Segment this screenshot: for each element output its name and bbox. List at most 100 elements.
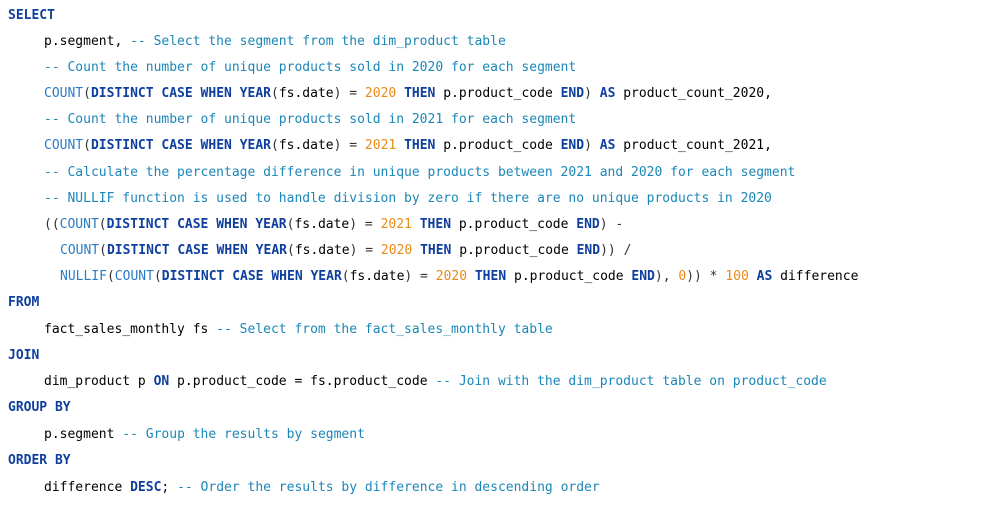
- identifier-token: p.product_code: [435, 86, 561, 101]
- number-token: 2020: [380, 243, 413, 258]
- operator-token: ) =: [404, 269, 436, 284]
- operator-token: )) /: [600, 243, 632, 258]
- keyword-token: END: [560, 138, 585, 153]
- keyword-token: GROUP BY: [8, 400, 71, 415]
- function-token: COUNT: [44, 86, 84, 101]
- identifier-token: fs.date: [349, 269, 405, 284]
- keyword-token: THEN: [474, 269, 507, 284]
- code-line: COUNT(DISTINCT CASE WHEN YEAR(fs.date) =…: [60, 243, 631, 259]
- keyword-token: AS: [756, 269, 773, 284]
- keyword-token: DISTINCT CASE WHEN YEAR: [106, 243, 287, 258]
- sql-code-editor[interactable]: SELECT p.segment, -- Select the segment f…: [0, 0, 985, 523]
- function-token: COUNT: [59, 217, 99, 232]
- keyword-token: DISTINCT CASE WHEN YEAR: [161, 269, 342, 284]
- identifier-token: [749, 269, 757, 284]
- code-line: FROM: [8, 295, 39, 311]
- code-line: fact_sales_monthly fs -- Select from the…: [44, 322, 553, 338]
- operator-token: (: [98, 217, 107, 232]
- function-token: COUNT: [114, 269, 154, 284]
- identifier-token: [396, 138, 404, 153]
- comment-token: -- Select the segment from the dim_produ…: [130, 34, 506, 49]
- identifier-token: difference: [44, 480, 131, 495]
- keyword-token: END: [631, 269, 655, 284]
- keyword-token: AS: [599, 138, 616, 153]
- keyword-token: FROM: [8, 295, 40, 310]
- identifier-token: [412, 243, 420, 258]
- operator-token: (: [99, 243, 107, 258]
- number-token: 2020: [435, 269, 468, 284]
- comment-token: -- NULLIF function is used to handle div…: [44, 191, 772, 206]
- code-line: dim_product p ON p.product_code = fs.pro…: [44, 374, 827, 390]
- operator-token: )) *: [686, 269, 726, 284]
- identifier-token: dim_product p: [44, 374, 154, 389]
- operator-token: ((: [44, 217, 60, 232]
- keyword-token: AS: [599, 86, 616, 101]
- operator-token: (: [341, 269, 350, 284]
- number-token: 100: [725, 269, 749, 284]
- identifier-token: fs.date: [294, 243, 350, 258]
- code-line: -- Calculate the percentage difference i…: [44, 165, 795, 181]
- identifier-token: [412, 217, 420, 232]
- keyword-token: DISTINCT CASE WHEN YEAR: [90, 138, 271, 153]
- operator-token: (: [270, 138, 279, 153]
- identifier-token: [467, 269, 475, 284]
- function-token: NULLIF: [60, 269, 107, 284]
- code-line: ((COUNT(DISTINCT CASE WHEN YEAR(fs.date)…: [44, 217, 623, 233]
- number-token: 2021: [380, 217, 412, 232]
- code-line: p.segment -- Group the results by segmen…: [44, 427, 365, 443]
- operator-token: (: [270, 86, 279, 101]
- operator-token: (: [153, 269, 162, 284]
- comment-token: -- Calculate the percentage difference i…: [44, 165, 796, 180]
- comment-token: -- Count the number of unique products s…: [44, 60, 577, 75]
- operator-token: ) =: [333, 86, 365, 101]
- code-line: -- NULLIF function is used to handle div…: [44, 191, 772, 207]
- identifier-token: [396, 86, 404, 101]
- keyword-token: ORDER BY: [8, 453, 71, 468]
- function-token: COUNT: [60, 243, 100, 258]
- keyword-token: END: [576, 217, 600, 232]
- code-line: GROUP BY: [8, 400, 71, 416]
- keyword-token: DISTINCT CASE WHEN YEAR: [90, 86, 271, 101]
- keyword-token: THEN: [419, 217, 452, 232]
- comment-token: -- Join with the dim_product table on pr…: [435, 374, 827, 389]
- keyword-token: DISTINCT CASE WHEN YEAR: [106, 217, 287, 232]
- keyword-token: THEN: [404, 138, 436, 153]
- operator-token: (: [286, 243, 295, 258]
- identifier-token: fs.date: [278, 86, 334, 101]
- operator-token: ) =: [349, 243, 381, 258]
- code-line: ORDER BY: [8, 453, 71, 469]
- operator-token: ): [584, 138, 600, 153]
- keyword-token: END: [576, 243, 601, 258]
- code-line: JOIN: [8, 348, 39, 364]
- identifier-token: p.product_code: [451, 217, 577, 232]
- code-line: COUNT(DISTINCT CASE WHEN YEAR(fs.date) =…: [44, 86, 772, 102]
- comment-token: -- Count the number of unique products s…: [44, 112, 577, 127]
- operator-token: ) -: [599, 217, 624, 232]
- comment-token: -- Group the results by segment: [122, 427, 365, 442]
- operator-token: ): [584, 86, 600, 101]
- code-line: SELECT: [8, 8, 55, 24]
- code-line: difference DESC; -- Order the results by…: [44, 480, 600, 496]
- identifier-token: product_count_2020,: [615, 86, 772, 101]
- operator-token: ) =: [349, 217, 381, 232]
- identifier-token: p.product_code = fs.product_code: [169, 374, 436, 389]
- function-token: COUNT: [44, 138, 84, 153]
- identifier-token: p.product_code: [435, 138, 561, 153]
- identifier-token: p.product_code: [451, 243, 577, 258]
- identifier-token: p.segment,: [44, 34, 131, 49]
- number-token: 2021: [364, 138, 397, 153]
- identifier-token: difference: [772, 269, 859, 284]
- identifier-token: p.segment: [44, 427, 123, 442]
- comment-token: -- Order the results by difference in de…: [177, 480, 600, 495]
- keyword-token: THEN: [420, 243, 452, 258]
- keyword-token: SELECT: [8, 8, 55, 23]
- identifier-token: fs.date: [294, 217, 350, 232]
- identifier-token: ;: [161, 480, 178, 495]
- identifier-token: fs.date: [278, 138, 334, 153]
- identifier-token: fact_sales_monthly fs: [44, 322, 217, 337]
- keyword-token: DESC: [130, 480, 162, 495]
- operator-token: ) =: [333, 138, 365, 153]
- operator-token: ),: [654, 269, 679, 284]
- keyword-token: JOIN: [8, 348, 40, 363]
- code-line: p.segment, -- Select the segment from th…: [44, 34, 506, 50]
